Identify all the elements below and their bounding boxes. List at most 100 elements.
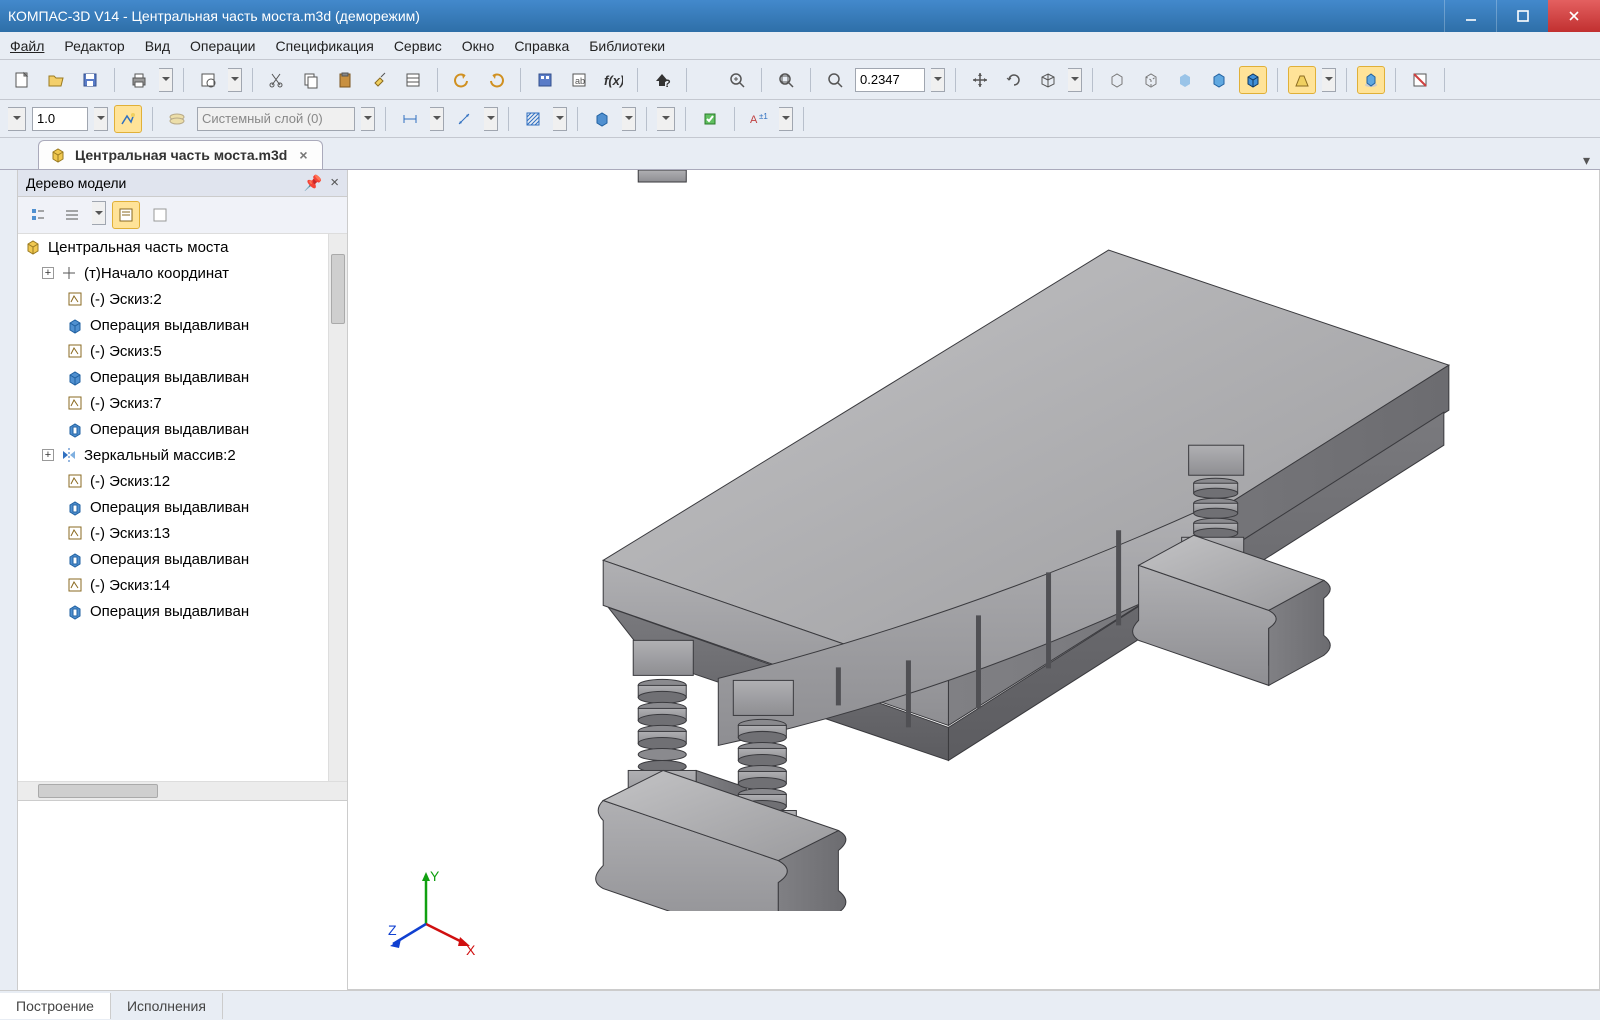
hatch-dropdown[interactable] <box>553 107 567 131</box>
perspective-icon[interactable] <box>1288 66 1316 94</box>
menu-editor[interactable]: Редактор <box>64 38 124 54</box>
dim2-dropdown[interactable] <box>484 107 498 131</box>
paste-button[interactable] <box>331 66 359 94</box>
shadow-icon[interactable] <box>1357 66 1385 94</box>
zoom-dropdown[interactable] <box>931 68 945 92</box>
model-tree[interactable]: Центральная часть моста +(т)Начало коорд… <box>18 234 347 781</box>
preview-button[interactable] <box>194 66 222 94</box>
pin-icon[interactable]: 📌 <box>304 174 323 192</box>
menu-operations[interactable]: Операции <box>190 38 256 54</box>
menu-help[interactable]: Справка <box>514 38 569 54</box>
shaded-icon[interactable] <box>1205 66 1233 94</box>
menu-view[interactable]: Вид <box>145 38 170 54</box>
expander-icon[interactable]: + <box>42 449 54 461</box>
open-button[interactable] <box>42 66 70 94</box>
perspective-dropdown[interactable] <box>1322 68 1336 92</box>
layer-input[interactable] <box>197 107 355 131</box>
tolerance-dropdown[interactable] <box>779 107 793 131</box>
zoom-in-icon[interactable] <box>723 66 751 94</box>
tree-node[interactable]: Операция выдавливан <box>18 312 347 338</box>
dim1-icon[interactable] <box>396 105 424 133</box>
save-button[interactable] <box>76 66 104 94</box>
lineweight-input[interactable] <box>32 107 88 131</box>
menu-libraries[interactable]: Библиотеки <box>589 38 665 54</box>
redo-button[interactable] <box>482 66 510 94</box>
copy-button[interactable] <box>297 66 325 94</box>
tree-display-icon[interactable] <box>24 201 52 229</box>
tree-node[interactable]: (-) Эскиз:7 <box>18 390 347 416</box>
orientation-icon[interactable] <box>1034 66 1062 94</box>
hatch-icon[interactable] <box>519 105 547 133</box>
expander-icon[interactable]: + <box>42 267 54 279</box>
linestyle-dropdown[interactable] <box>8 107 26 131</box>
tree-root[interactable]: Центральная часть моста <box>18 234 347 260</box>
tree-mode1-icon[interactable] <box>112 201 140 229</box>
tree-node[interactable]: (-) Эскиз:12 <box>18 468 347 494</box>
tree-node[interactable]: (-) Эскиз:2 <box>18 286 347 312</box>
hidden-icon[interactable] <box>1137 66 1165 94</box>
rebuild-icon[interactable] <box>696 105 724 133</box>
tree-node[interactable]: +(т)Начало координат <box>18 260 347 286</box>
variables-button[interactable]: ab <box>565 66 593 94</box>
tree-vscrollbar[interactable] <box>328 234 347 781</box>
close-button[interactable] <box>1548 0 1600 32</box>
shaded-edges-icon[interactable] <box>1239 66 1267 94</box>
solid-dropdown[interactable] <box>622 107 636 131</box>
menu-file[interactable]: Файл <box>10 38 44 54</box>
tree-filter-dropdown[interactable] <box>92 201 106 225</box>
tab-close-icon[interactable]: × <box>295 147 311 163</box>
tree-node[interactable]: Операция выдавливан <box>18 364 347 390</box>
left-tool-strip[interactable] <box>0 170 18 990</box>
preview-dropdown[interactable] <box>228 68 242 92</box>
tree-mode2-icon[interactable] <box>146 201 174 229</box>
dim1-dropdown[interactable] <box>430 107 444 131</box>
layer-icon[interactable] <box>163 105 191 133</box>
menu-specification[interactable]: Спецификация <box>276 38 374 54</box>
menu-service[interactable]: Сервис <box>394 38 442 54</box>
menu-window[interactable]: Окно <box>462 38 495 54</box>
panel-close-icon[interactable]: × <box>330 174 339 192</box>
print-dropdown[interactable] <box>159 68 173 92</box>
tree-node[interactable]: Операция выдавливан <box>18 494 347 520</box>
lineweight-dropdown[interactable] <box>94 107 108 131</box>
tree-hscrollbar[interactable] <box>18 781 347 800</box>
zoom-scale-icon[interactable] <box>821 66 849 94</box>
tree-node[interactable]: (-) Эскиз:5 <box>18 338 347 364</box>
wireframe-icon[interactable] <box>1103 66 1131 94</box>
rotate-icon[interactable] <box>1000 66 1028 94</box>
bottom-tab-build[interactable]: Построение <box>0 993 111 1019</box>
cut-button[interactable] <box>263 66 291 94</box>
zoom-fit-icon[interactable] <box>772 66 800 94</box>
new-button[interactable] <box>8 66 36 94</box>
tree-node[interactable]: +Зеркальный массив:2 <box>18 442 347 468</box>
tree-node[interactable]: Операция выдавливан <box>18 416 347 442</box>
zoom-input[interactable] <box>855 68 925 92</box>
tree-node[interactable]: Операция выдавливан <box>18 598 347 624</box>
section-icon[interactable] <box>1406 66 1434 94</box>
tab-overflow-icon[interactable]: ▾ <box>1583 152 1600 169</box>
tree-node[interactable]: (-) Эскиз:13 <box>18 520 347 546</box>
misc-dropdown[interactable] <box>657 107 675 131</box>
undo-button[interactable] <box>448 66 476 94</box>
properties-button[interactable] <box>399 66 427 94</box>
help-icon[interactable]: ? <box>648 66 676 94</box>
layer-dropdown[interactable] <box>361 107 375 131</box>
tree-node[interactable]: Операция выдавливан <box>18 546 347 572</box>
manager-button[interactable] <box>531 66 559 94</box>
fx-button[interactable]: f(x) <box>599 66 627 94</box>
dim2-icon[interactable] <box>450 105 478 133</box>
tree-node[interactable]: (-) Эскиз:14 <box>18 572 347 598</box>
document-tab[interactable]: Центральная часть моста.m3d × <box>38 140 323 169</box>
print-button[interactable] <box>125 66 153 94</box>
3d-viewport[interactable]: Y X Z <box>348 170 1600 990</box>
tree-filter-icon[interactable] <box>58 201 86 229</box>
bottom-tab-executions[interactable]: Исполнения <box>111 993 223 1019</box>
orientation-dropdown[interactable] <box>1068 68 1082 92</box>
pan-icon[interactable] <box>966 66 994 94</box>
tolerance-icon[interactable]: A±1 <box>745 105 773 133</box>
solid-icon[interactable] <box>588 105 616 133</box>
shaded-no-edge-icon[interactable] <box>1171 66 1199 94</box>
minimize-button[interactable] <box>1444 0 1496 32</box>
format-paint-button[interactable] <box>365 66 393 94</box>
maximize-button[interactable] <box>1496 0 1548 32</box>
